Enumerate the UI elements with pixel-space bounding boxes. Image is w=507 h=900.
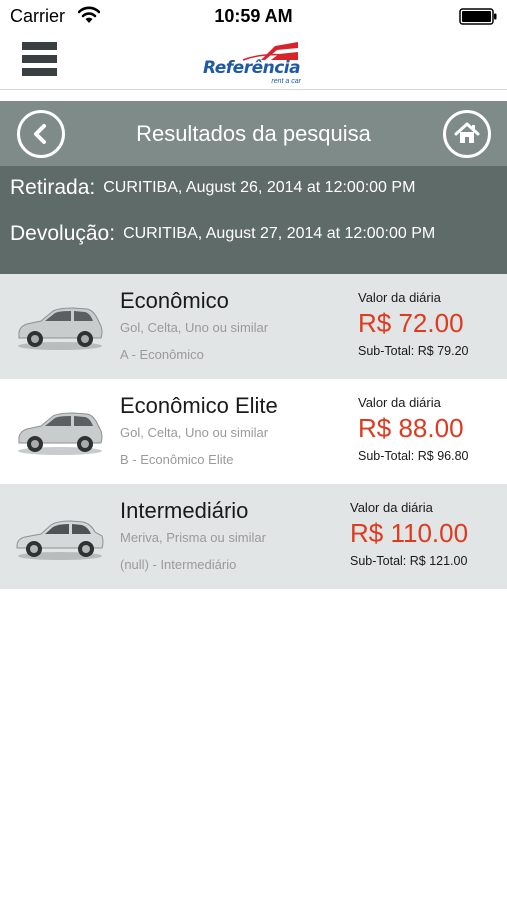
car-category-name: Intermediário [120, 498, 249, 523]
car-group: A - Econômico [120, 347, 204, 362]
subtotal-value: Sub-Total: R$ 79.20 [358, 344, 469, 358]
car-group: (null) - Intermediário [120, 557, 237, 572]
title-bar: Resultados da pesquisa [0, 101, 507, 166]
car-image [18, 307, 103, 350]
home-icon [454, 122, 480, 143]
subtotal-value: Sub-Total: R$ 96.80 [358, 449, 469, 463]
result-row-economico-elite[interactable]: Econômico Elite Gol, Celta, Uno ou simil… [0, 379, 507, 484]
pickup-value: CURITIBA, August 26, 2014 at 12:00:00 PM [103, 179, 416, 196]
return-row: Devolução: CURITIBA, August 27, 2014 at 1… [10, 222, 435, 246]
price-block: Valor da diária R$ 72.00 Sub-Total: R$ 7… [358, 290, 498, 358]
daily-price-label: Valor da diária [350, 500, 433, 515]
daily-price-value: R$ 88.00 [358, 413, 464, 443]
home-button[interactable] [443, 110, 491, 158]
price-block: Valor da diária R$ 88.00 Sub-Total: R$ 9… [358, 395, 498, 463]
price-block: Valor da diária R$ 110.00 Sub-Total: R$ … [350, 500, 490, 568]
car-category-name: Econômico [120, 288, 229, 313]
battery-icon [459, 8, 497, 25]
car-category-name: Econômico Elite [120, 393, 278, 418]
pickup-row: Retirada: CURITIBA, August 26, 2014 at 12… [10, 176, 415, 200]
status-time: 10:59 AM [214, 6, 293, 26]
status-bar: Carrier 10:59 AM [0, 0, 507, 34]
daily-price-value: R$ 72.00 [358, 308, 464, 338]
daily-price-value: R$ 110.00 [350, 518, 469, 548]
daily-price-label: Valor da diária [358, 395, 441, 410]
page-title: Resultados da pesquisa [136, 121, 371, 146]
return-label: Devolução: [10, 222, 116, 245]
referencia-logo: Referência rent a car [203, 38, 305, 90]
logo-text: Referência [203, 58, 301, 78]
search-info-panel: Retirada: CURITIBA, August 26, 2014 at 12… [0, 166, 507, 274]
car-models: Gol, Celta, Uno ou similar [120, 320, 269, 335]
result-row-intermediario[interactable]: Intermediário Meriva, Prisma ou similar … [0, 484, 507, 589]
results-list: Econômico Gol, Celta, Uno ou similar A -… [0, 274, 507, 589]
app-header: Referência rent a car [0, 34, 507, 90]
car-image [16, 520, 104, 560]
car-models: Gol, Celta, Uno ou similar [120, 425, 269, 440]
car-models: Meriva, Prisma ou similar [120, 530, 266, 545]
return-value: CURITIBA, August 27, 2014 at 12:00:00 PM [123, 225, 436, 242]
daily-price-label: Valor da diária [358, 290, 441, 305]
logo-subtext: rent a car [271, 78, 301, 85]
hamburger-menu-icon[interactable] [22, 42, 58, 78]
subtotal-value: Sub-Total: R$ 121.00 [350, 554, 468, 568]
pickup-label: Retirada: [10, 176, 96, 199]
car-group: B - Econômico Elite [120, 452, 234, 467]
car-image [18, 412, 103, 455]
result-row-economico[interactable]: Econômico Gol, Celta, Uno ou similar A -… [0, 274, 507, 379]
